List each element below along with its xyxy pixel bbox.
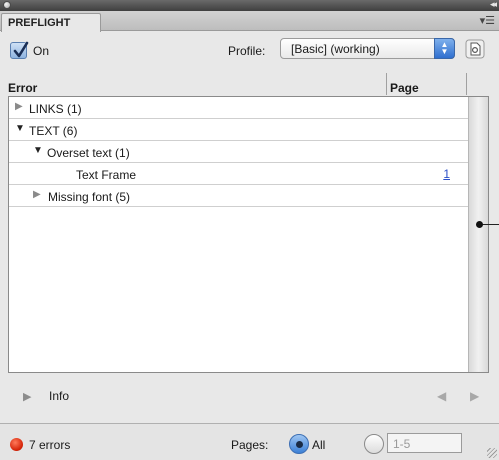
column-header-page[interactable]: Page [390, 81, 419, 95]
row-label: Missing font (5) [48, 190, 131, 204]
list-item[interactable]: ▶ Missing font (5) [9, 185, 468, 207]
page-link[interactable]: 1 [443, 167, 450, 181]
row-label: Text Frame [76, 168, 137, 182]
error-count[interactable]: 7 errors [29, 438, 70, 452]
scrollbar[interactable] [468, 97, 488, 372]
list-item[interactable]: Text Frame 1 [9, 163, 468, 185]
row-label: Overset text (1) [47, 146, 130, 160]
preflight-panel: ◂◂ PREFLIGHT ▾☰ On Profile: [Basic] (wor… [0, 0, 499, 460]
column-header-error[interactable]: Error [8, 81, 37, 95]
disclosure-triangle-icon[interactable]: ▶ [15, 101, 23, 112]
callout-dot [476, 221, 483, 228]
page-range-input[interactable]: 1-5 [387, 433, 462, 453]
pages-all-radio[interactable] [289, 434, 309, 454]
list-item[interactable]: ▶ LINKS (1) [9, 97, 468, 119]
on-label: On [33, 44, 50, 58]
row-label: LINKS (1) [29, 102, 82, 116]
define-profiles-icon[interactable] [465, 39, 485, 59]
status-bar: 7 errors Pages: All 1-5 [0, 423, 499, 460]
tab-preflight[interactable]: PREFLIGHT [1, 13, 101, 32]
select-arrows-icon: ▲ ▼ [434, 38, 455, 59]
error-status-icon [10, 438, 23, 451]
profile-select-value: [Basic] (working) [291, 42, 380, 56]
pages-label: Pages: [231, 438, 269, 452]
pages-range-radio[interactable] [364, 434, 384, 454]
disclosure-triangle-icon[interactable]: ▶ [23, 390, 31, 403]
column-divider [386, 73, 387, 95]
profile-label: Profile: [228, 44, 266, 58]
resize-grip-icon[interactable] [487, 448, 497, 458]
disclosure-triangle-icon[interactable]: ▶ [33, 189, 41, 200]
info-label[interactable]: Info [49, 389, 69, 403]
previous-arrow-icon[interactable]: ◀ [437, 389, 446, 403]
panel-menu-icon[interactable]: ▾☰ [480, 14, 495, 27]
row-label: TEXT (6) [29, 124, 78, 138]
pages-all-label: All [312, 438, 326, 452]
list-item[interactable]: ▼ Overset text (1) [9, 141, 468, 163]
disclosure-triangle-icon[interactable]: ▼ [33, 145, 43, 156]
error-list: ▶ LINKS (1) ▼ TEXT (6) ▼ Overset text (1… [8, 96, 489, 373]
collapse-panel-icon[interactable]: ◂◂ [490, 0, 497, 10]
panel-title-bar[interactable]: ◂◂ [0, 0, 499, 11]
on-checkbox[interactable] [10, 41, 29, 59]
list-item[interactable]: ▼ TEXT (6) [9, 119, 468, 141]
profile-select[interactable]: [Basic] (working) ▲ ▼ [280, 38, 455, 59]
panel-tab-bar: PREFLIGHT ▾☰ [0, 11, 499, 32]
checkbox-checked-icon [13, 41, 29, 58]
close-icon[interactable] [3, 1, 11, 9]
disclosure-triangle-icon[interactable]: ▼ [15, 123, 25, 134]
column-divider [466, 73, 467, 95]
next-arrow-icon[interactable]: ▶ [470, 389, 479, 403]
